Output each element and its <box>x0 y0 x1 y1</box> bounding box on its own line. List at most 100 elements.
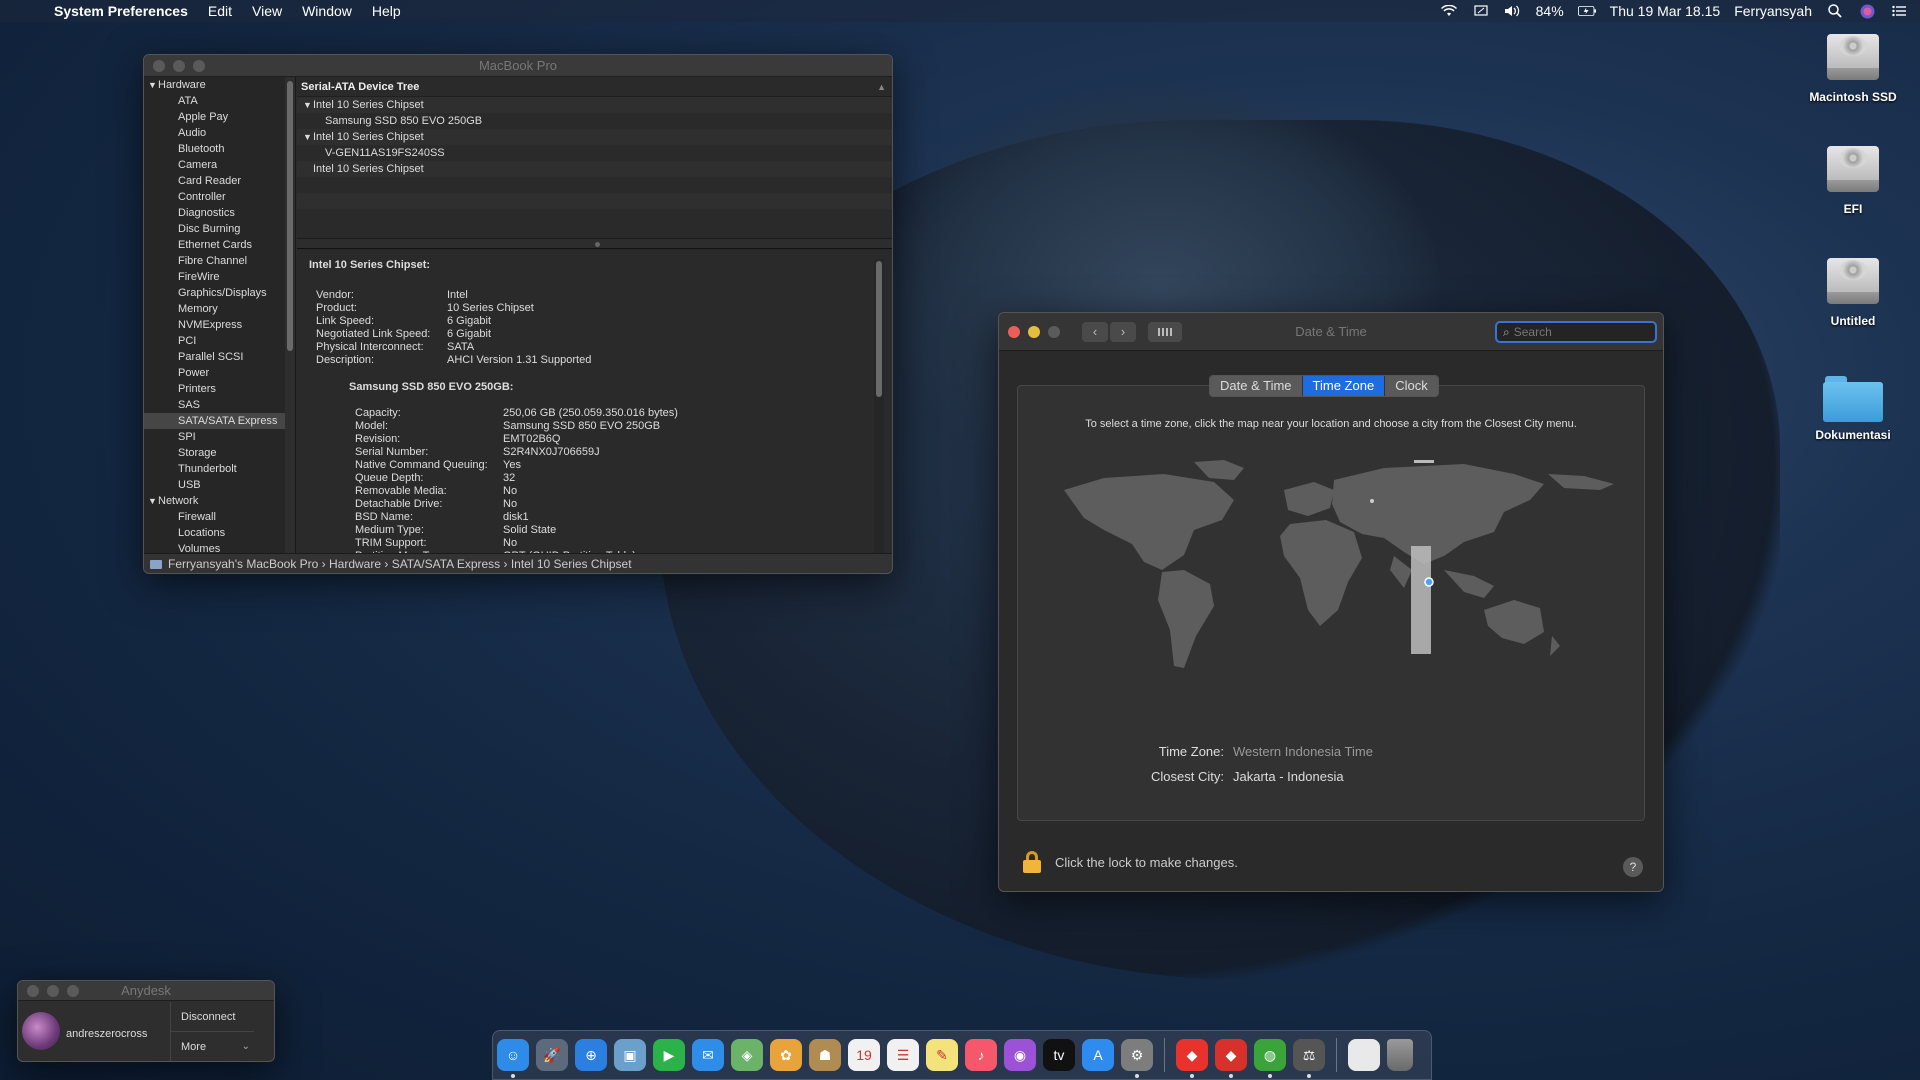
sidebar-item-audio[interactable]: Audio <box>144 125 295 141</box>
safari-icon[interactable]: ⊕ <box>575 1039 607 1071</box>
sidebar-item-apple-pay[interactable]: Apple Pay <box>144 109 295 125</box>
sidebar-item-disc-burning[interactable]: Disc Burning <box>144 221 295 237</box>
sidebar-item-power[interactable]: Power <box>144 365 295 381</box>
sidebar-item-ata[interactable]: ATA <box>144 93 295 109</box>
contacts-icon[interactable]: ☗ <box>809 1039 841 1071</box>
sidebar-item-card-reader[interactable]: Card Reader <box>144 173 295 189</box>
menu-app-name[interactable]: System Preferences <box>54 3 188 19</box>
sidebar-scroll-thumb[interactable] <box>287 81 293 351</box>
forward-button[interactable]: › <box>1110 321 1136 342</box>
menubar-user[interactable]: Ferryansyah <box>1734 3 1812 19</box>
photos-icon[interactable]: ✿ <box>770 1039 802 1071</box>
sidebar-item-thunderbolt[interactable]: Thunderbolt <box>144 461 295 477</box>
sidebar-item-diagnostics[interactable]: Diagnostics <box>144 205 295 221</box>
search-field[interactable]: ⌕ Search <box>1495 321 1657 343</box>
sidebar-item-parallel-scsi[interactable]: Parallel SCSI <box>144 349 295 365</box>
close-button[interactable] <box>27 984 39 997</box>
sidebar-item-ethernet-cards[interactable]: Ethernet Cards <box>144 237 295 253</box>
menu-help[interactable]: Help <box>372 3 401 19</box>
sidebar-item-printers[interactable]: Printers <box>144 381 295 397</box>
sidebar-item-bluetooth[interactable]: Bluetooth <box>144 141 295 157</box>
sidebar-item-pci[interactable]: PCI <box>144 333 295 349</box>
minimize-button[interactable] <box>1028 325 1040 338</box>
close-button[interactable] <box>153 59 165 72</box>
tab-clock[interactable]: Clock <box>1385 376 1438 396</box>
desktop-icon-untitled[interactable]: Untitled <box>1798 252 1908 328</box>
calendar-icon[interactable]: 19 <box>848 1039 880 1071</box>
desktop-icon-macintosh-ssd[interactable]: Macintosh SSD <box>1798 28 1908 104</box>
back-button[interactable]: ‹ <box>1082 321 1108 342</box>
volume-icon[interactable] <box>1504 4 1522 18</box>
sidebar-item-sata-sata-express[interactable]: SATA/SATA Express <box>144 413 295 429</box>
zoom-button[interactable] <box>1048 325 1060 338</box>
sidebar-item-memory[interactable]: Memory <box>144 301 295 317</box>
help-button[interactable]: ? <box>1623 857 1643 877</box>
sidebar-group-network[interactable]: ▼Network <box>144 493 295 509</box>
finder-icon[interactable]: ☺ <box>497 1039 529 1078</box>
world-map[interactable] <box>1044 460 1618 674</box>
display-mirror-icon[interactable] <box>1472 4 1490 18</box>
menubar-clock[interactable]: Thu 19 Mar 18.15 <box>1610 3 1721 19</box>
globe-app-icon[interactable]: ◍ <box>1254 1039 1286 1078</box>
device-tree-row[interactable]: ▼Intel 10 Series Chipset <box>297 129 892 145</box>
sidebar-item-firewall[interactable]: Firewall <box>144 509 295 525</box>
closest-city-select[interactable]: Jakarta - Indonesia <box>1233 769 1344 784</box>
messages-icon[interactable]: ✉ <box>692 1039 724 1071</box>
wifi-icon[interactable] <box>1440 4 1458 18</box>
minimize-button[interactable] <box>173 59 185 72</box>
minimize-button[interactable] <box>47 984 59 997</box>
datetime-titlebar[interactable]: ‹ › Date & Time ⌕ Search <box>999 313 1663 351</box>
menu-window[interactable]: Window <box>302 3 352 19</box>
reminders-icon[interactable]: ☰ <box>887 1039 919 1071</box>
sysinfo-titlebar[interactable]: MacBook Pro <box>144 55 892 77</box>
zoom-button[interactable] <box>67 984 79 997</box>
siri-icon[interactable] <box>1858 4 1876 18</box>
device-tree-header[interactable]: Serial-ATA Device Tree ▲ <box>297 77 892 97</box>
notification-center-icon[interactable] <box>1890 4 1908 18</box>
sidebar-item-graphics-displays[interactable]: Graphics/Displays <box>144 285 295 301</box>
desktop-icon-efi[interactable]: EFI <box>1798 140 1908 216</box>
tab-time-zone[interactable]: Time Zone <box>1302 376 1386 396</box>
device-tree-row[interactable]: V-GEN11AS19FS240SS <box>297 145 892 161</box>
device-tree-row[interactable]: Samsung SSD 850 EVO 250GB <box>297 113 892 129</box>
sidebar-item-controller[interactable]: Controller <box>144 189 295 205</box>
more-button[interactable]: More ⌄ <box>171 1032 254 1061</box>
sidebar-item-camera[interactable]: Camera <box>144 157 295 173</box>
menu-view[interactable]: View <box>252 3 282 19</box>
sidebar-item-sas[interactable]: SAS <box>144 397 295 413</box>
sidebar-item-spi[interactable]: SPI <box>144 429 295 445</box>
sidebar-group-hardware[interactable]: ▼Hardware <box>144 77 295 93</box>
battery-icon[interactable] <box>1577 4 1596 18</box>
launchpad-icon[interactable]: 🚀 <box>536 1039 568 1071</box>
app-store-icon[interactable]: A <box>1082 1039 1114 1071</box>
spotlight-icon[interactable] <box>1826 4 1844 18</box>
music-icon[interactable]: ♪ <box>965 1039 997 1071</box>
device-tree-row[interactable]: ▼Intel 10 Series Chipset <box>297 97 892 113</box>
time-zone-band[interactable] <box>1411 546 1431 654</box>
sidebar-item-volumes[interactable]: Volumes <box>144 541 295 553</box>
sidebar-item-nvmexpress[interactable]: NVMExpress <box>144 317 295 333</box>
menu-edit[interactable]: Edit <box>208 3 232 19</box>
preview-icon[interactable]: ▣ <box>614 1039 646 1071</box>
anydesk-icon[interactable]: ◆ <box>1176 1039 1208 1078</box>
disclosure-triangle-icon[interactable]: ▼ <box>303 97 313 113</box>
documents-stack-icon[interactable] <box>1348 1039 1380 1071</box>
location-pin-icon[interactable] <box>1424 577 1434 587</box>
hanger-app-icon[interactable]: ⚖ <box>1293 1039 1325 1078</box>
pane-splitter[interactable] <box>297 239 892 249</box>
apple-icon[interactable] <box>22 3 38 19</box>
sort-caret-icon[interactable]: ▲ <box>877 77 886 97</box>
tv-icon[interactable]: tv <box>1043 1039 1075 1071</box>
maps-icon[interactable]: ◈ <box>731 1039 763 1071</box>
show-all-button[interactable] <box>1148 321 1182 342</box>
sidebar-item-locations[interactable]: Locations <box>144 525 295 541</box>
notes-icon[interactable]: ✎ <box>926 1039 958 1071</box>
sidebar-item-firewire[interactable]: FireWire <box>144 269 295 285</box>
trash-icon[interactable] <box>1387 1039 1413 1071</box>
facetime-icon[interactable]: ▶ <box>653 1039 685 1071</box>
disconnect-button[interactable]: Disconnect <box>171 1002 254 1032</box>
disclosure-triangle-icon[interactable]: ▼ <box>303 129 313 145</box>
detail-scroll-thumb[interactable] <box>876 261 882 397</box>
sidebar-item-storage[interactable]: Storage <box>144 445 295 461</box>
device-tree-row[interactable]: Intel 10 Series Chipset <box>297 161 892 177</box>
